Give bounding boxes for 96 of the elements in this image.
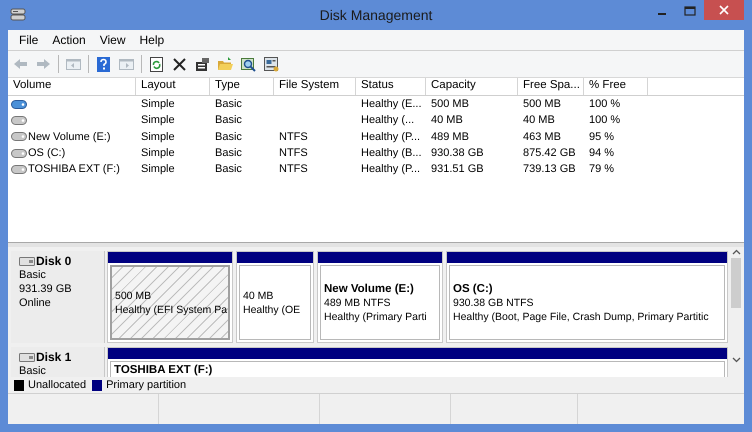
volume-name: OS (C:) (28, 147, 66, 160)
table-cell: 500 MB (431, 98, 469, 110)
menu-item[interactable]: File (14, 32, 44, 48)
properties-icon[interactable] (194, 56, 211, 72)
delete-icon[interactable] (171, 56, 188, 72)
settings-icon[interactable] (263, 56, 280, 72)
table-cell: 40 MB (523, 114, 555, 126)
drive-icon (11, 132, 27, 142)
table-cell: 931.51 GB (431, 163, 484, 176)
partition-block[interactable]: 500 MB Healthy (EFI System Pa (107, 251, 233, 343)
disk-name: Disk 1 (36, 350, 72, 364)
table-cell: 489 MB (431, 130, 469, 143)
help-icon[interactable] (95, 56, 112, 72)
scroll-down-icon[interactable] (732, 357, 740, 363)
drive-icon (11, 148, 27, 158)
close-button[interactable] (704, 0, 744, 20)
table-cell: Healthy (B... (361, 147, 422, 160)
column-header[interactable]: % Free (584, 78, 648, 95)
menu-item[interactable]: Action (47, 32, 91, 48)
legend-label: Unallocated (28, 379, 86, 391)
menu-item[interactable]: Help (134, 32, 170, 48)
table-cell: 739.13 GB (523, 163, 576, 176)
drive-icon (19, 352, 35, 362)
disk-info: Online (19, 296, 52, 310)
column-header[interactable]: Free Spa... (518, 78, 584, 95)
table-cell: 94 % (589, 147, 614, 160)
table-cell: 95 % (589, 130, 614, 143)
close-icon (719, 5, 729, 15)
partition-info: 40 MB (243, 289, 274, 303)
disk-label-panel[interactable]: Disk 1 Basic (11, 347, 105, 377)
partition-info: Healthy (OE (243, 303, 300, 317)
legend-label: Primary partition (106, 379, 186, 391)
table-cell: Basic (215, 147, 242, 160)
table-cell: Basic (215, 163, 242, 176)
disk-name: Disk 0 (36, 254, 72, 268)
scroll-up-icon[interactable] (732, 249, 740, 255)
table-cell: Basic (215, 98, 242, 110)
menu-item[interactable]: View (94, 32, 130, 48)
column-header[interactable]: Type (210, 78, 274, 95)
column-header[interactable]: Capacity (426, 78, 518, 95)
partition-title: TOSHIBA EXT (F:) (114, 363, 212, 377)
table-cell: Healthy (P... (361, 130, 420, 143)
column-header[interactable]: Status (356, 78, 426, 95)
volume-name: TOSHIBA EXT (F:) (28, 163, 120, 176)
table-cell: Basic (215, 130, 242, 143)
table-cell: 40 MB (431, 114, 463, 126)
drive-icon (19, 256, 35, 266)
drive-icon (11, 100, 27, 109)
table-cell: 500 MB (523, 98, 561, 110)
column-header[interactable]: File System (274, 78, 356, 95)
partition-block[interactable]: 40 MB Healthy (OE (236, 251, 314, 343)
partition-info: 489 MB NTFS (324, 296, 391, 310)
column-header[interactable]: Volume (8, 78, 136, 95)
partition-info: 930.38 GB NTFS (453, 296, 534, 310)
table-cell: Simple (141, 147, 175, 160)
window-title: Disk Management (320, 7, 432, 23)
table-cell: Simple (141, 163, 175, 176)
disk-info: Basic (19, 268, 47, 282)
partition-block[interactable]: New Volume (E:) 489 MB NTFS Healthy (Primary Parti (317, 251, 443, 343)
table-cell: NTFS (279, 130, 308, 143)
partition-info: Healthy (Primary Parti (324, 310, 427, 324)
disk-label-panel[interactable]: Disk 0 Basic 931.39 GB Online (11, 251, 105, 343)
partition-block[interactable]: TOSHIBA EXT (F:) (107, 347, 728, 377)
table-cell: Healthy (P... (361, 163, 420, 176)
magnifier-icon[interactable] (240, 56, 257, 72)
table-cell: Simple (141, 114, 175, 126)
partition-title: New Volume (E:) (324, 282, 414, 296)
partition-title: OS (C:) (453, 282, 493, 296)
app-icon (10, 7, 26, 23)
table-cell: NTFS (279, 163, 308, 176)
table-cell: Basic (215, 114, 242, 126)
refresh-icon[interactable] (148, 56, 165, 72)
minimize-icon (658, 13, 666, 15)
table-cell: 79 % (589, 163, 614, 176)
table-cell: 930.38 GB (431, 147, 484, 160)
partition-info: Healthy (EFI System Pa (115, 303, 228, 317)
drive-icon (11, 116, 27, 125)
table-cell: Healthy (E... (361, 98, 422, 110)
scrollbar-thumb[interactable] (731, 258, 741, 308)
partition-info: Healthy (Boot, Page File, Crash Dump, Primary Partitic (453, 310, 709, 324)
maximize-icon (684, 6, 696, 16)
disk-info: Basic (19, 364, 47, 377)
table-cell: 100 % (589, 114, 620, 126)
table-cell: Healthy (... (361, 114, 414, 126)
table-cell: NTFS (279, 147, 308, 160)
table-cell: 875.42 GB (523, 147, 576, 160)
table-cell: 463 MB (523, 130, 561, 143)
drive-icon (11, 164, 27, 174)
column-header[interactable]: Layout (136, 78, 210, 95)
partition-info: 500 MB (115, 289, 152, 303)
partition-block[interactable]: OS (C:) 930.38 GB NTFS Healthy (Boot, Page File, Crash Dump, Primary Partitic (446, 251, 728, 343)
table-cell: Simple (141, 98, 175, 110)
disk-info: 931.39 GB (19, 282, 73, 296)
volume-name: New Volume (E:) (28, 130, 111, 143)
table-cell: Simple (141, 130, 175, 143)
table-cell: 100 % (589, 98, 620, 110)
